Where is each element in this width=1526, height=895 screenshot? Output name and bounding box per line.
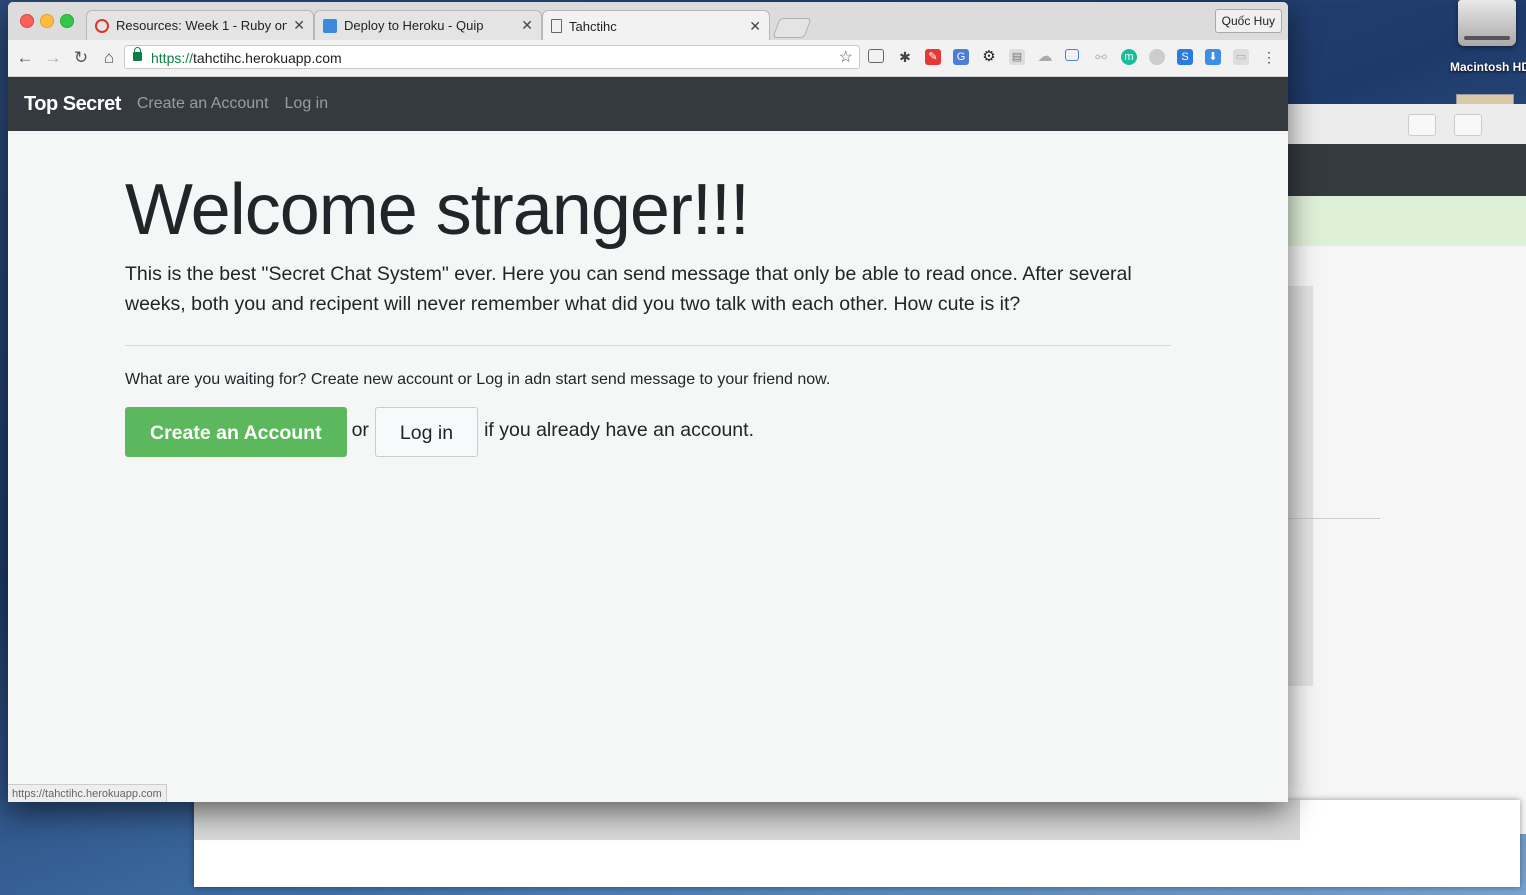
web-page: Top Secret Create an Account Log in Welc…	[8, 77, 1288, 802]
or-text: or	[351, 418, 369, 441]
account-hint-text: if you already have an account.	[484, 418, 754, 441]
reload-icon[interactable]: ↻	[70, 47, 92, 69]
tab-resources[interactable]: Resources: Week 1 - Ruby on Rails ✕	[86, 10, 314, 40]
download-icon[interactable]: ⬇	[1205, 49, 1221, 65]
prompt-text: What are you waiting for? Create new acc…	[125, 371, 831, 388]
link-icon[interactable]: ⚯	[1093, 49, 1109, 65]
bug-icon[interactable]: ✱	[897, 49, 913, 65]
close-window-button[interactable]	[20, 14, 34, 28]
coderschool-icon	[95, 18, 109, 33]
zoom-window-button[interactable]	[60, 14, 74, 28]
browser-window: Resources: Week 1 - Ruby on Rails ✕ Depl…	[8, 2, 1288, 802]
action-row: Create an Account or Log in if you alrea…	[125, 407, 1171, 457]
home-icon[interactable]: ⌂	[98, 47, 120, 69]
screenshot-icon[interactable]	[1065, 49, 1079, 61]
background-sidebar	[1288, 286, 1313, 686]
nav-create-account[interactable]: Create an Account	[137, 95, 269, 113]
forward-icon[interactable]: →	[42, 47, 64, 69]
tab-title: Deploy to Heroku - Quip	[344, 18, 484, 33]
url-scheme: https://	[151, 50, 194, 66]
hard-drive-icon[interactable]	[1458, 0, 1516, 46]
cloud-icon[interactable]: ☁	[1037, 49, 1053, 65]
create-account-button[interactable]: Create an Account	[125, 407, 347, 457]
back-icon[interactable]: ←	[14, 47, 36, 69]
lead-text: This is the best "Secret Chat System" ev…	[125, 263, 1132, 315]
profile-button[interactable]: Quốc Huy	[1214, 9, 1282, 33]
new-tab-button[interactable]	[772, 18, 812, 38]
tab-title: Resources: Week 1 - Ruby on Rails	[116, 18, 288, 33]
status-bar-url: https://tahctihc.herokuapp.com	[8, 784, 167, 802]
tabs-icon[interactable]	[1454, 114, 1482, 136]
page-icon	[551, 19, 562, 33]
tab-tahctihc[interactable]: Tahctihc ✕	[542, 10, 770, 41]
clipboard-icon[interactable]: ▤	[1009, 49, 1025, 65]
address-bar[interactable]: https://tahctihc.herokuapp.com ☆	[124, 45, 860, 69]
quip-icon	[323, 18, 337, 33]
jumbotron: Welcome stranger!!! This is the best "Se…	[125, 167, 1171, 457]
background-divider	[1288, 518, 1380, 519]
hard-drive-label: Macintosh HD	[1449, 60, 1526, 74]
welcome-heading: Welcome stranger!!!	[125, 170, 750, 250]
background-navbar	[1288, 144, 1526, 196]
tab-title: Tahctihc	[569, 18, 617, 34]
translate-icon[interactable]: G	[953, 49, 969, 65]
close-tab-icon[interactable]: ✕	[293, 17, 305, 34]
background-alert	[1288, 196, 1526, 246]
cast-icon[interactable]	[868, 49, 884, 63]
tab-strip: Resources: Week 1 - Ruby on Rails ✕ Depl…	[8, 2, 1288, 41]
m-extension-icon[interactable]: m	[1121, 49, 1137, 65]
lock-icon	[133, 47, 142, 61]
divider	[125, 345, 1171, 346]
message-icon[interactable]: ▭	[1233, 49, 1249, 65]
menu-icon[interactable]: ⋮	[1261, 49, 1277, 65]
url-host: tahctihc.herokuapp.com	[193, 50, 342, 66]
tab-quip[interactable]: Deploy to Heroku - Quip ✕	[314, 10, 542, 40]
minimize-window-button[interactable]	[40, 14, 54, 28]
toolbar: ← → ↻ ⌂ https://tahctihc.herokuapp.com ☆…	[8, 40, 1288, 77]
close-tab-icon[interactable]: ✕	[749, 18, 761, 35]
pdf-extension-icon[interactable]: ✎	[925, 49, 941, 65]
chat-icon[interactable]	[1149, 49, 1165, 65]
nav-log-in[interactable]: Log in	[285, 95, 329, 113]
share-icon[interactable]	[1408, 114, 1436, 136]
log-in-button[interactable]: Log in	[374, 407, 479, 457]
s-extension-icon[interactable]: S	[1177, 49, 1193, 65]
background-window-toolbar	[1288, 104, 1526, 145]
background-browser-window	[1288, 104, 1526, 834]
background-window-bottom	[194, 800, 1520, 887]
close-tab-icon[interactable]: ✕	[521, 17, 533, 34]
brand-link[interactable]: Top Secret	[24, 93, 121, 116]
gear-icon[interactable]: ⚙	[981, 49, 997, 65]
site-navbar: Top Secret Create an Account Log in	[8, 77, 1288, 131]
bookmark-star-icon[interactable]: ☆	[839, 46, 853, 70]
